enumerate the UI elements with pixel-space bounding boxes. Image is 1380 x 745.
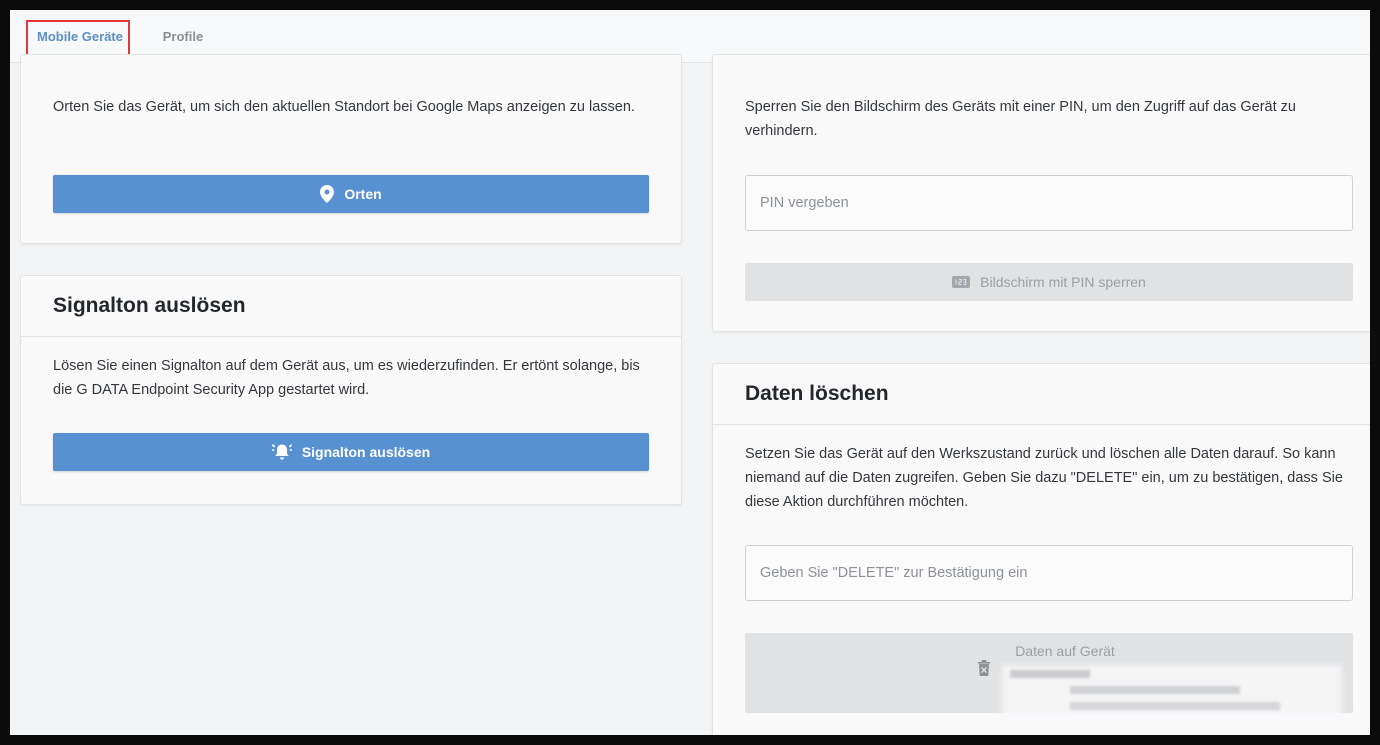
- wipe-title: Daten löschen: [745, 382, 889, 405]
- wipe-data-button-label: Daten auf Gerät: [1015, 643, 1115, 659]
- bell-ring-icon: [271, 443, 292, 461]
- locate-description: Orten Sie das Gerät, um sich den aktuell…: [53, 99, 635, 115]
- blurred-text: [1010, 670, 1280, 710]
- map-marker-icon: [320, 185, 335, 203]
- wipe-card-header: Daten löschen: [713, 364, 1370, 425]
- signal-title: Signalton auslösen: [53, 294, 246, 317]
- app-window: Mobile Geräte Profile Orten Sie das Gerä…: [10, 10, 1370, 735]
- signal-button-label: Signalton auslösen: [301, 444, 431, 460]
- signal-card-header: Signalton auslösen: [21, 276, 681, 337]
- signal-card: Signalton auslösen Lösen Sie einen Signa…: [20, 275, 682, 505]
- locate-button-label: Orten: [344, 186, 382, 202]
- lock-screen-button-label: Bildschirm mit PIN sperren: [980, 274, 1146, 290]
- lock-screen-button[interactable]: Bildschirm mit PIN sperren: [745, 263, 1353, 301]
- locate-card: Orten Sie das Gerät, um sich den aktuell…: [20, 54, 682, 244]
- pin-input[interactable]: [745, 175, 1353, 231]
- numeric-keypad-icon: [952, 276, 971, 288]
- trash-can-icon: [977, 659, 991, 677]
- lock-card: Sperren Sie den Bildschirm des Geräts mi…: [712, 54, 1370, 332]
- lock-description: Sperren Sie den Bildschirm des Geräts mi…: [745, 99, 1296, 139]
- wipe-description: Setzen Sie das Gerät auf den Werkszustan…: [745, 446, 1343, 510]
- delete-confirm-input[interactable]: [745, 545, 1353, 601]
- locate-button[interactable]: Orten: [53, 175, 649, 213]
- signal-button[interactable]: Signalton auslösen: [53, 433, 649, 471]
- signal-description: Lösen Sie einen Signalton auf dem Gerät …: [53, 358, 640, 398]
